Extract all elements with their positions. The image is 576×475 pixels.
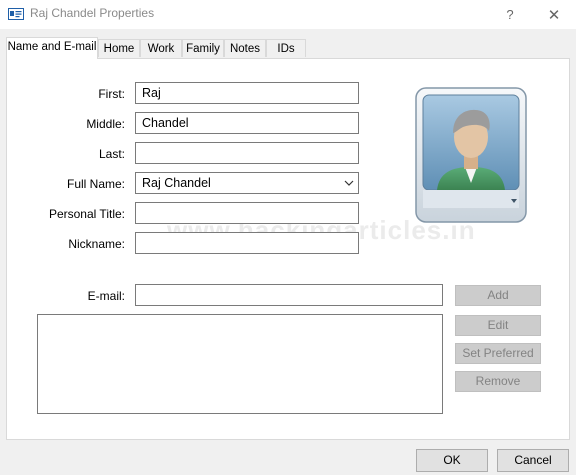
- window-title: Raj Chandel Properties: [30, 6, 155, 20]
- full-name-value: Raj Chandel: [142, 176, 211, 190]
- personal-title-field[interactable]: [135, 202, 359, 224]
- last-name-field[interactable]: [135, 142, 359, 164]
- set-preferred-button[interactable]: Set Preferred: [455, 343, 541, 364]
- email-list[interactable]: [37, 314, 443, 414]
- remove-button[interactable]: Remove: [455, 371, 541, 392]
- middle-name-field[interactable]: Chandel: [135, 112, 359, 134]
- edit-button[interactable]: Edit: [455, 315, 541, 336]
- personal-title-label: Personal Title:: [48, 207, 125, 221]
- ok-button[interactable]: OK: [416, 449, 488, 472]
- first-label: First:: [98, 87, 125, 101]
- last-label: Last:: [98, 147, 125, 161]
- full-name-label: Full Name:: [66, 177, 125, 191]
- middle-label: Middle:: [86, 117, 125, 131]
- tab-home[interactable]: Home: [98, 39, 140, 57]
- close-button[interactable]: ✕: [534, 0, 574, 29]
- add-button[interactable]: Add: [455, 285, 541, 306]
- tab-name-and-email[interactable]: Name and E-mail: [6, 37, 98, 59]
- cancel-button[interactable]: Cancel: [497, 449, 569, 472]
- first-name-field[interactable]: Raj: [135, 82, 359, 104]
- tab-family[interactable]: Family: [182, 39, 224, 57]
- chevron-down-icon[interactable]: [344, 178, 354, 188]
- title-bar: Raj Chandel Properties ? ✕: [0, 0, 576, 29]
- contact-picture[interactable]: [415, 87, 527, 223]
- help-button[interactable]: ?: [490, 0, 530, 29]
- nickname-field[interactable]: [135, 232, 359, 254]
- contact-card-icon: [8, 8, 24, 20]
- tab-ids[interactable]: IDs: [266, 39, 306, 57]
- nickname-label: Nickname:: [68, 237, 125, 251]
- tab-panel: www.hackingarticles.in First: Raj Middle…: [6, 58, 570, 440]
- email-input[interactable]: [135, 284, 443, 306]
- email-label: E-mail:: [87, 289, 125, 303]
- tab-notes[interactable]: Notes: [224, 39, 266, 57]
- full-name-combo[interactable]: Raj Chandel: [135, 172, 359, 194]
- tab-work[interactable]: Work: [140, 39, 182, 57]
